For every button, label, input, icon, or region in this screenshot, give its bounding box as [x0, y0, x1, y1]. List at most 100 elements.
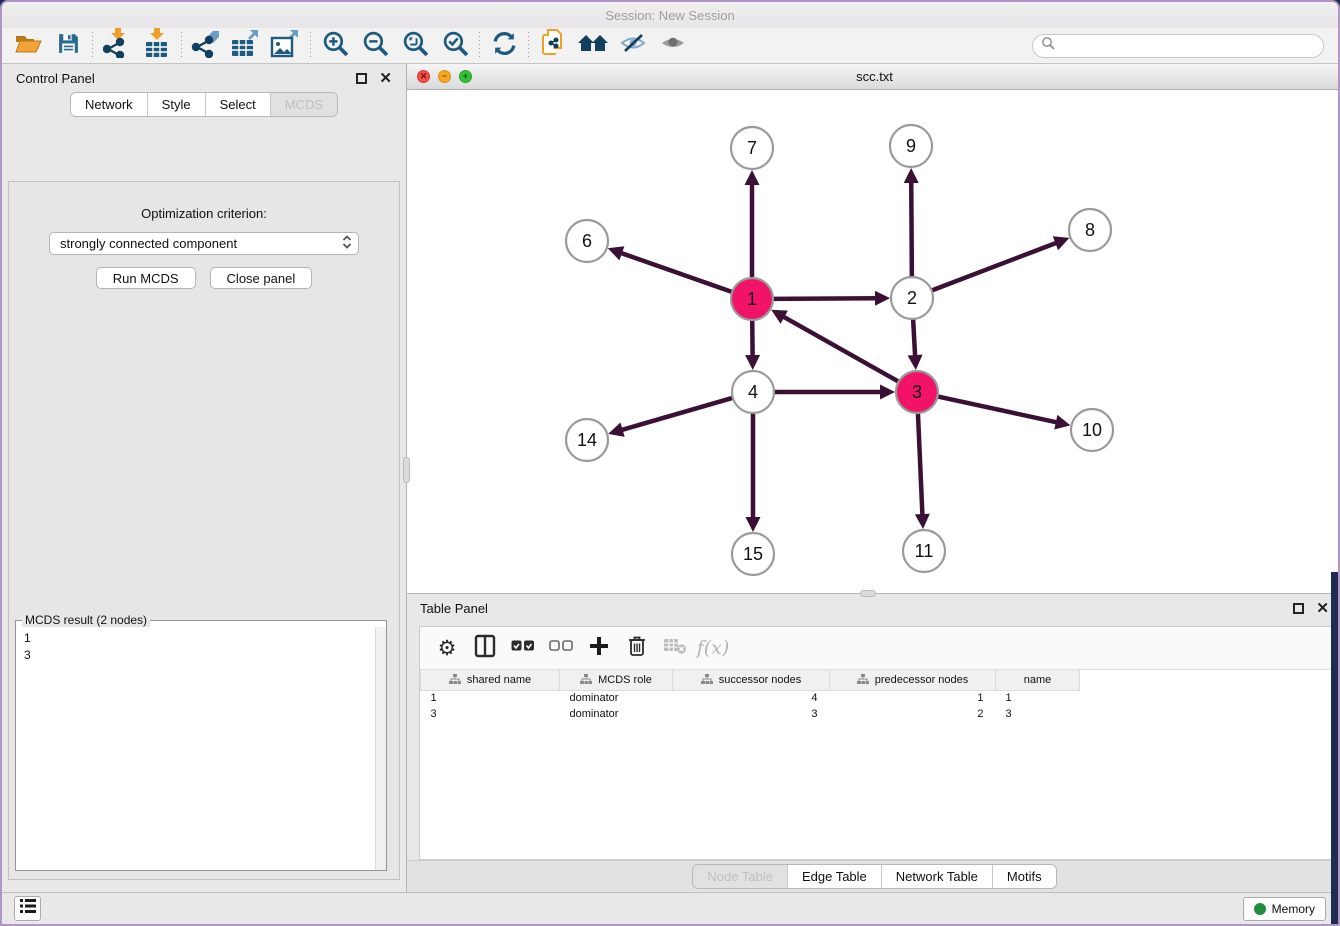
- float-panel-icon[interactable]: [356, 73, 367, 84]
- mcds-result-list[interactable]: 13: [16, 627, 386, 870]
- graph-edge-3-11[interactable]: [918, 413, 923, 516]
- table-cell[interactable]: 1: [421, 690, 560, 706]
- zoom-out-button[interactable]: [355, 30, 395, 62]
- graph-node-label-11: 11: [915, 541, 934, 561]
- select-all-button[interactable]: [506, 631, 540, 665]
- search-icon: [1041, 36, 1055, 55]
- table-mode-button[interactable]: ⚙: [430, 631, 464, 665]
- graph-edge-4-14[interactable]: [621, 398, 733, 430]
- network-window-titlebar[interactable]: ✕ − + scc.txt: [407, 64, 1340, 90]
- delete-table-button[interactable]: [658, 631, 692, 665]
- column-type-icon: [449, 674, 461, 685]
- tab-motifs[interactable]: Motifs: [992, 865, 1056, 888]
- column-header-MCDS-role[interactable]: MCDS role: [560, 670, 673, 690]
- tab-mcds[interactable]: MCDS: [270, 93, 337, 116]
- table-cell[interactable]: 3: [421, 706, 560, 722]
- import-table-button[interactable]: [137, 30, 177, 62]
- float-table-panel-icon[interactable]: [1293, 603, 1304, 614]
- tab-edge-table[interactable]: Edge Table: [787, 865, 881, 888]
- graph-edge-2-8[interactable]: [932, 242, 1058, 290]
- table-panel: Table Panel ✕ ⚙: [407, 594, 1340, 896]
- first-neighbors-button[interactable]: [573, 30, 613, 62]
- task-history-button[interactable]: [14, 896, 41, 921]
- splitter-handle-vertical[interactable]: [403, 457, 410, 483]
- dropdown-stepper-icon: [342, 235, 352, 252]
- minimize-window-icon[interactable]: −: [438, 70, 451, 83]
- deselect-all-button[interactable]: [544, 631, 578, 665]
- search-area: [1032, 34, 1324, 58]
- table-cell[interactable]: 4: [673, 690, 830, 706]
- search-input[interactable]: [1060, 39, 1315, 53]
- splitter-handle-horizontal[interactable]: [860, 590, 876, 597]
- table-cell[interactable]: dominator: [560, 690, 673, 706]
- export-table-button[interactable]: [226, 30, 266, 62]
- column-header-successor-nodes[interactable]: successor nodes: [673, 670, 830, 690]
- graph-node-label-8: 8: [1085, 220, 1095, 240]
- column-header-name[interactable]: name: [996, 670, 1080, 690]
- column-header-predecessor-nodes[interactable]: predecessor nodes: [830, 670, 996, 690]
- graph-edge-3-1[interactable]: [782, 316, 898, 382]
- show-columns-button[interactable]: [468, 631, 502, 665]
- table-cell[interactable]: 3: [996, 706, 1080, 722]
- column-label: predecessor nodes: [875, 674, 969, 686]
- table-row[interactable]: 1dominator411: [421, 690, 1080, 706]
- control-panel: Control Panel ✕ NetworkStyleSelectMCDS O…: [2, 64, 407, 896]
- memory-button[interactable]: Memory: [1243, 897, 1326, 921]
- save-session-button[interactable]: [48, 30, 88, 62]
- add-column-button[interactable]: [582, 631, 616, 665]
- graph-edge-2-9[interactable]: [911, 181, 912, 277]
- run-mcds-button[interactable]: Run MCDS: [96, 267, 196, 289]
- zoom-fit-button[interactable]: [395, 30, 435, 62]
- network-canvas[interactable]: 7968124314101511: [407, 90, 1340, 593]
- duplicate-network-button[interactable]: [533, 30, 573, 62]
- table-cell[interactable]: 3: [673, 706, 830, 722]
- table-row[interactable]: 3dominator323: [421, 706, 1080, 722]
- houses-icon: [577, 31, 609, 60]
- node-table: shared name MCDS role successor nodes prede…: [420, 670, 1080, 722]
- show-details-button[interactable]: [653, 30, 693, 62]
- tab-style[interactable]: Style: [147, 93, 205, 116]
- table-cell[interactable]: 1: [996, 690, 1080, 706]
- close-panel-button[interactable]: Close panel: [210, 267, 313, 289]
- close-panel-icon[interactable]: ✕: [379, 71, 392, 86]
- close-window-icon[interactable]: ✕: [417, 70, 430, 83]
- search-field[interactable]: [1032, 34, 1324, 58]
- table-cell[interactable]: 2: [830, 706, 996, 722]
- criterion-dropdown[interactable]: strongly connected component: [49, 232, 359, 255]
- zoom-selected-button[interactable]: [435, 30, 475, 62]
- toolbar-separator: [479, 32, 480, 60]
- table-cell[interactable]: dominator: [560, 706, 673, 722]
- app-window: Session: New Session: [0, 0, 1340, 926]
- table-cell[interactable]: 1: [830, 690, 996, 706]
- graph-node-label-14: 14: [577, 430, 597, 450]
- open-session-button[interactable]: [8, 30, 48, 62]
- column-label: MCDS role: [598, 674, 652, 686]
- tab-node-table[interactable]: Node Table: [693, 865, 787, 888]
- function-builder-button[interactable]: f(x): [696, 631, 730, 665]
- column-header-shared-name[interactable]: shared name: [421, 670, 560, 690]
- hide-details-button[interactable]: [613, 30, 653, 62]
- export-image-button[interactable]: [266, 30, 306, 62]
- memory-status-dot: [1254, 903, 1266, 915]
- network-view-window: ✕ − + scc.txt 7968124314101511: [407, 64, 1340, 594]
- graph-edge-1-6[interactable]: [620, 253, 732, 292]
- zoom-out-icon: [362, 30, 389, 62]
- close-table-panel-icon[interactable]: ✕: [1316, 601, 1329, 616]
- network-window-title: scc.txt: [407, 69, 1340, 84]
- export-network-button[interactable]: [186, 30, 226, 62]
- apply-layout-button[interactable]: [484, 30, 524, 62]
- result-scrollbar[interactable]: [375, 627, 386, 870]
- status-bar: Memory: [2, 892, 1338, 924]
- tab-network-table[interactable]: Network Table: [881, 865, 992, 888]
- maximize-window-icon[interactable]: +: [459, 70, 472, 83]
- graph-edge-3-10[interactable]: [938, 396, 1058, 422]
- tab-select[interactable]: Select: [205, 93, 270, 116]
- import-network-button[interactable]: [97, 30, 137, 62]
- graph-edge-2-3[interactable]: [913, 319, 915, 357]
- delete-column-button[interactable]: [620, 631, 654, 665]
- tab-network[interactable]: Network: [71, 93, 147, 116]
- graph-edge-1-2[interactable]: [773, 298, 877, 299]
- zoom-selected-icon: [442, 30, 469, 62]
- app-titlebar[interactable]: Session: New Session: [2, 2, 1338, 28]
- zoom-in-button[interactable]: [315, 30, 355, 62]
